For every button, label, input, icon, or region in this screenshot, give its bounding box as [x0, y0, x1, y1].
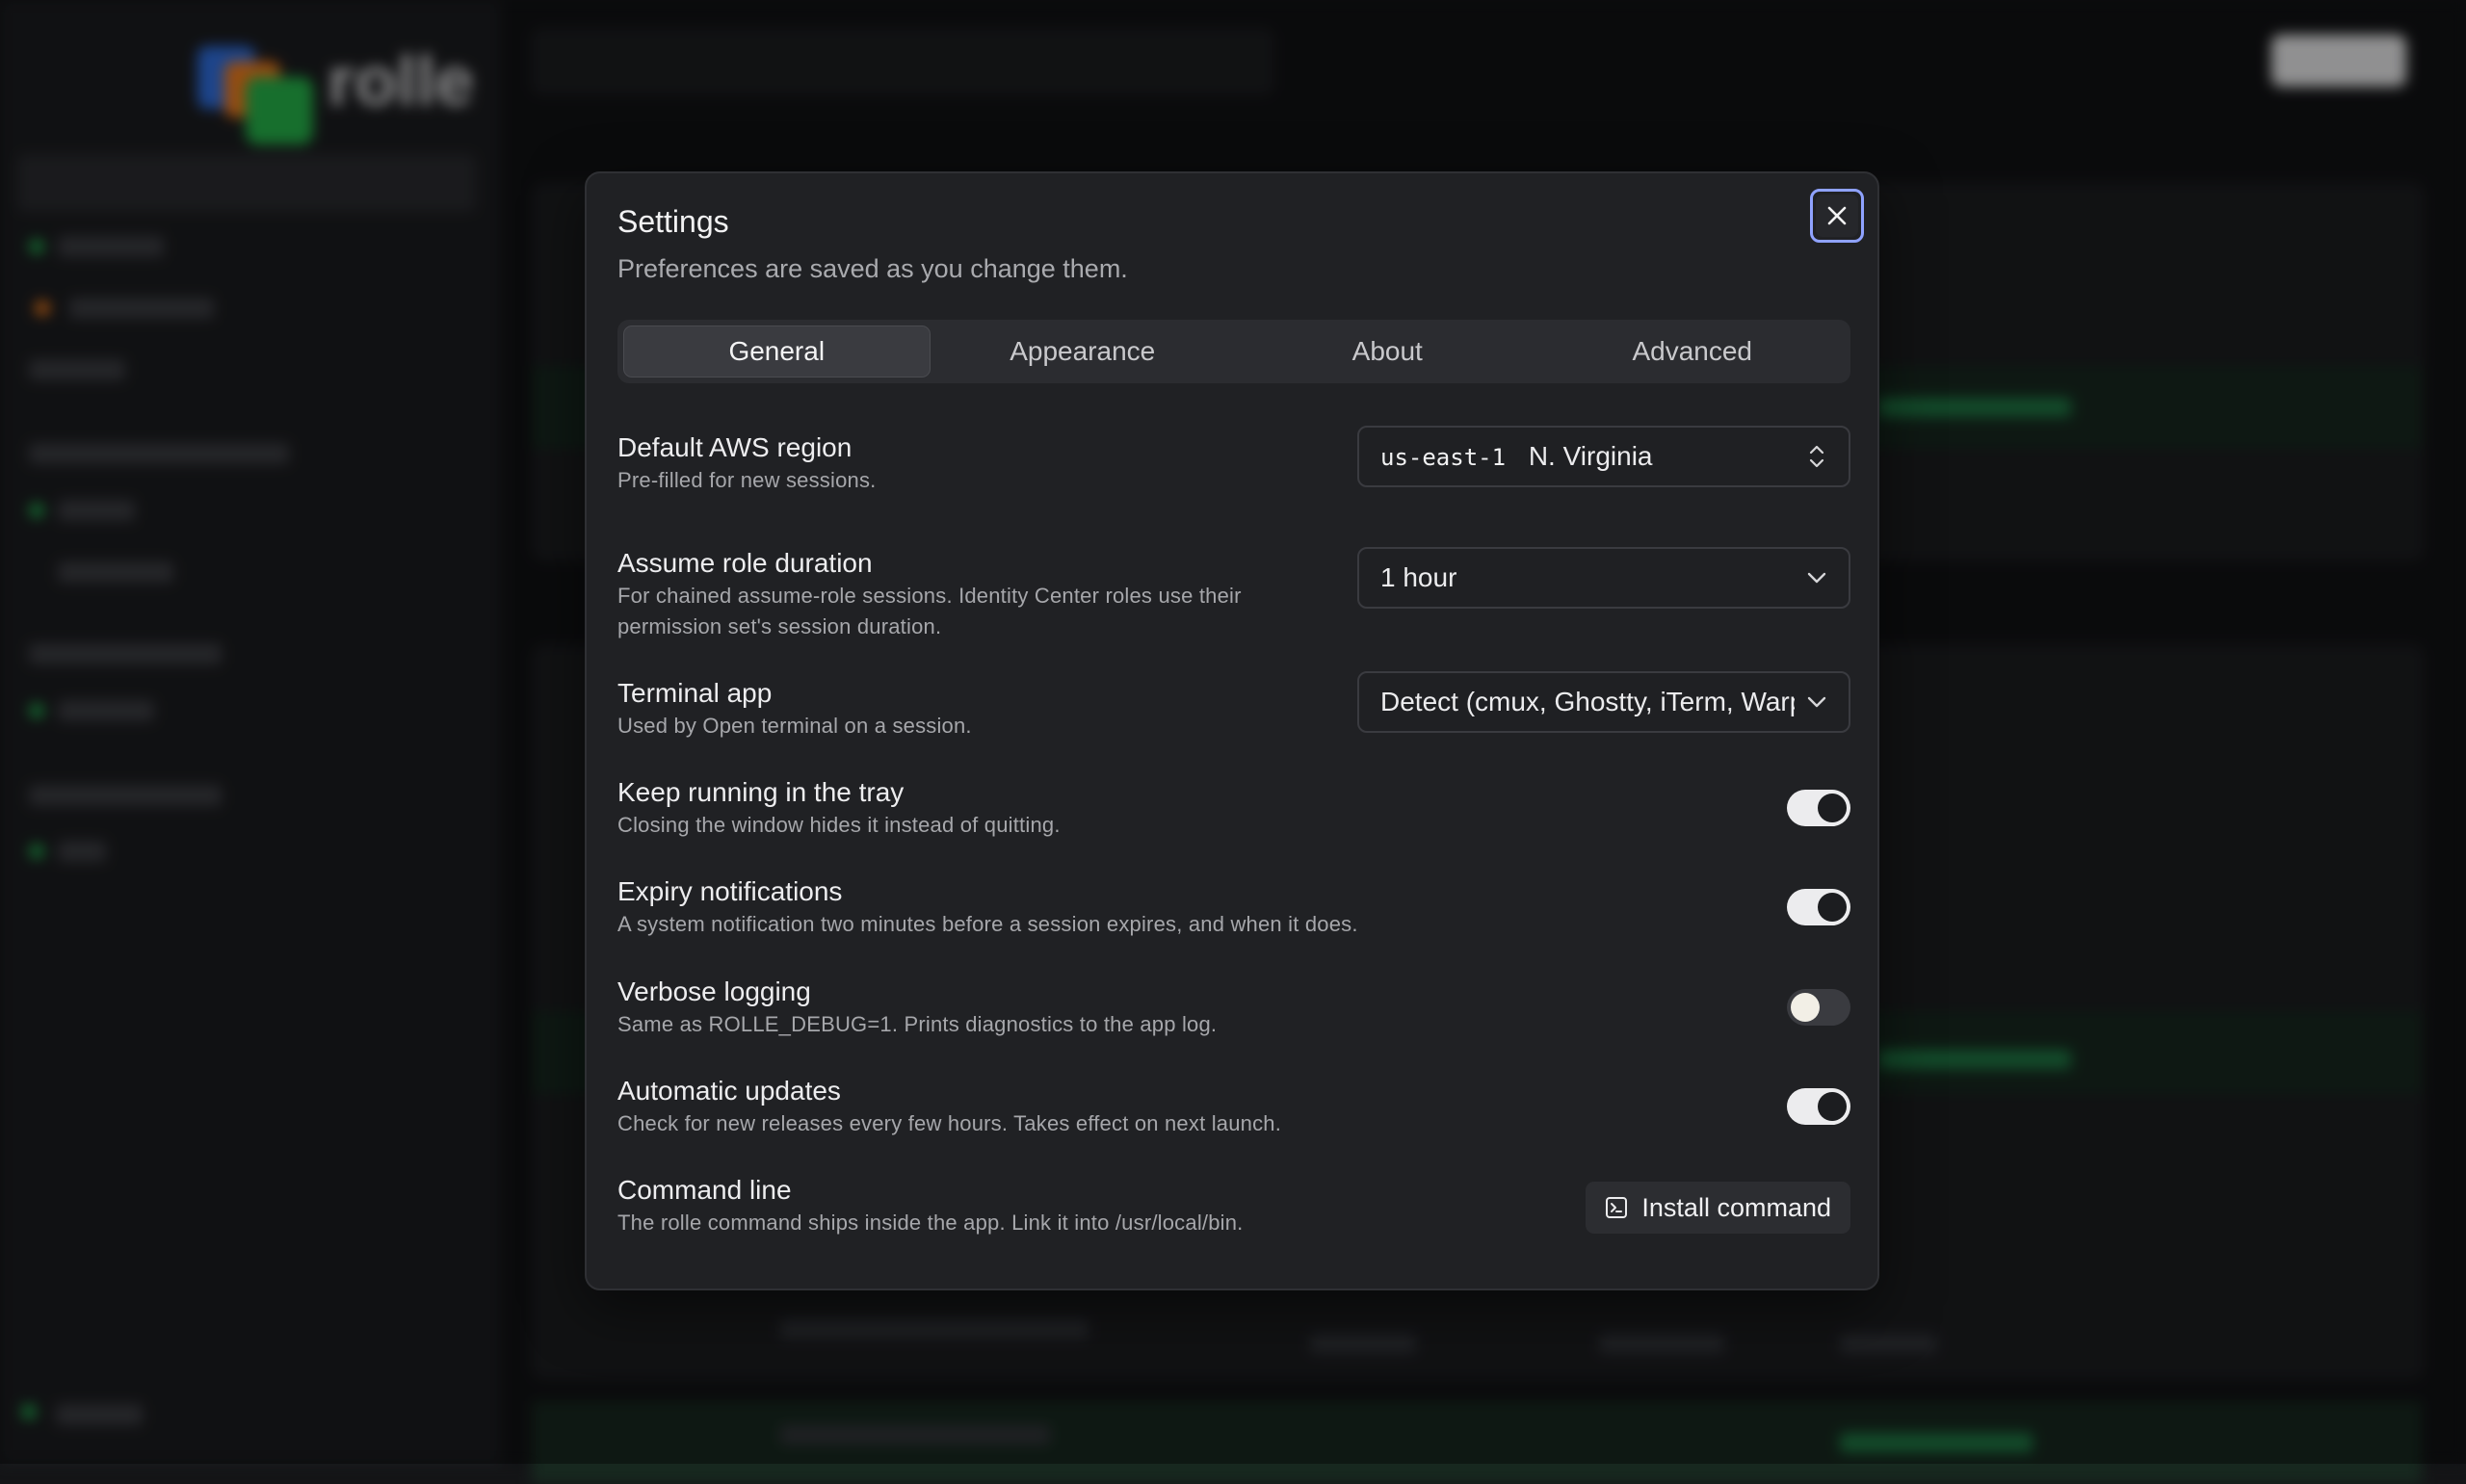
chevron-down-icon	[1807, 572, 1826, 584]
chevron-down-icon	[1807, 696, 1826, 708]
terminal-select[interactable]: Detect (cmux, Ghostty, iTerm, Warp, Term…	[1357, 671, 1850, 733]
setting-row-cli: Command line The rolle command ships ins…	[617, 1174, 1850, 1241]
updates-label: Automatic updates	[617, 1076, 841, 1106]
expiry-toggle[interactable]	[1787, 889, 1850, 925]
close-icon	[1827, 206, 1847, 225]
setting-row-verbose: Verbose logging Same as ROLLE_DEBUG=1. P…	[617, 976, 1850, 1043]
verbose-label: Verbose logging	[617, 976, 811, 1006]
install-command-button[interactable]: Install command	[1586, 1182, 1850, 1234]
settings-tabs: General Appearance About Advanced	[617, 320, 1850, 383]
updates-description: Check for new releases every few hours. …	[617, 1111, 1282, 1135]
install-command-label: Install command	[1641, 1192, 1831, 1222]
tab-appearance[interactable]: Appearance	[931, 325, 1236, 378]
duration-select[interactable]: 1 hour	[1357, 547, 1850, 609]
settings-dialog: Settings Preferences are saved as you ch…	[585, 171, 1879, 1290]
verbose-toggle[interactable]	[1787, 989, 1850, 1026]
setting-row-region: Default AWS region Pre-filled for new se…	[617, 426, 1850, 499]
duration-description-line2: permission set's session duration.	[617, 614, 942, 638]
tray-toggle[interactable]	[1787, 790, 1850, 826]
verbose-description: Same as ROLLE_DEBUG=1. Prints diagnostic…	[617, 1012, 1218, 1036]
updates-toggle[interactable]	[1787, 1088, 1850, 1125]
setting-row-duration: Assume role duration For chained assume-…	[617, 547, 1850, 653]
tab-advanced[interactable]: Advanced	[1540, 325, 1846, 378]
terminal-value: Detect (cmux, Ghostty, iTerm, Warp, Term…	[1380, 687, 1795, 716]
expiry-description: A system notification two minutes before…	[617, 912, 1358, 936]
close-button[interactable]	[1810, 189, 1864, 243]
tab-about[interactable]: About	[1235, 325, 1540, 378]
region-name: N. Virginia	[1528, 441, 1653, 471]
duration-value: 1 hour	[1380, 562, 1457, 592]
tray-description: Closing the window hides it instead of q…	[617, 813, 1061, 837]
setting-row-expiry: Expiry notifications A system notificati…	[617, 875, 1850, 943]
terminal-icon	[1606, 1197, 1628, 1218]
setting-row-terminal: Terminal app Used by Open terminal on a …	[617, 671, 1850, 744]
setting-row-updates: Automatic updates Check for new releases…	[617, 1075, 1850, 1142]
setting-row-tray: Keep running in the tray Closing the win…	[617, 776, 1850, 844]
chevron-up-down-icon	[1809, 445, 1824, 468]
tray-label: Keep running in the tray	[617, 777, 905, 807]
expiry-label: Expiry notifications	[617, 876, 843, 906]
dialog-subtitle: Preferences are saved as you change them…	[617, 254, 1128, 283]
tab-general[interactable]: General	[623, 325, 931, 378]
region-code: us-east-1	[1380, 444, 1507, 471]
region-select[interactable]: us-east-1 N. Virginia	[1357, 426, 1850, 487]
dialog-title: Settings	[617, 204, 729, 239]
